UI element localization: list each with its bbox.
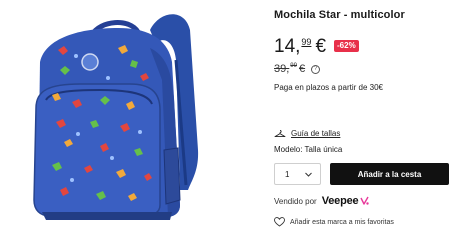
size-guide[interactable]: Guía de tallas	[274, 129, 340, 138]
info-icon[interactable]: ?	[311, 65, 321, 74]
product-details-panel: Mochila Star - multicolor 14, 99 € -62% …	[274, 0, 474, 240]
hanger-icon	[274, 130, 286, 138]
price-currency: €	[315, 36, 327, 57]
price-integer: 14,	[274, 36, 301, 57]
model-size-text: Modelo: Talla única	[274, 145, 343, 154]
favorite-brand-label: Añadir esta marca a mis favoritas	[290, 218, 394, 226]
quantity-select[interactable]: 1	[274, 163, 321, 185]
sold-by-label: Vendido por	[274, 196, 317, 206]
size-guide-link[interactable]: Guía de tallas	[291, 129, 340, 138]
product-title: Mochila Star - multicolor	[274, 9, 405, 21]
veepee-brand-name: Veepee	[321, 195, 359, 207]
installments-text: Paga en plazos a partir de 30€	[274, 83, 383, 92]
current-price: 14, 99 € -62%	[274, 36, 359, 58]
quantity-value: 1	[285, 169, 290, 179]
price-cents: 99	[301, 37, 312, 47]
veepee-logo-icon	[360, 196, 370, 205]
veepee-logo[interactable]: Veepee	[322, 195, 370, 207]
old-price-row: 39, 99 € ?	[274, 63, 321, 76]
favorite-brand[interactable]: Añadir esta marca a mis favoritas	[274, 217, 394, 227]
old-price-integer: 39,	[274, 63, 290, 75]
add-to-cart-button[interactable]: Añadir a la cesta	[330, 163, 449, 185]
old-price: 39, 99 €	[274, 63, 305, 76]
product-image[interactable]	[0, 0, 262, 240]
backpack-icon	[33, 14, 199, 220]
old-price-currency: €	[298, 63, 306, 75]
old-price-cents: 99	[290, 63, 297, 69]
heart-icon	[274, 217, 285, 227]
sold-by: Vendido por Veepee	[274, 195, 370, 207]
chevron-down-icon	[305, 172, 312, 177]
discount-badge: -62%	[334, 40, 359, 52]
